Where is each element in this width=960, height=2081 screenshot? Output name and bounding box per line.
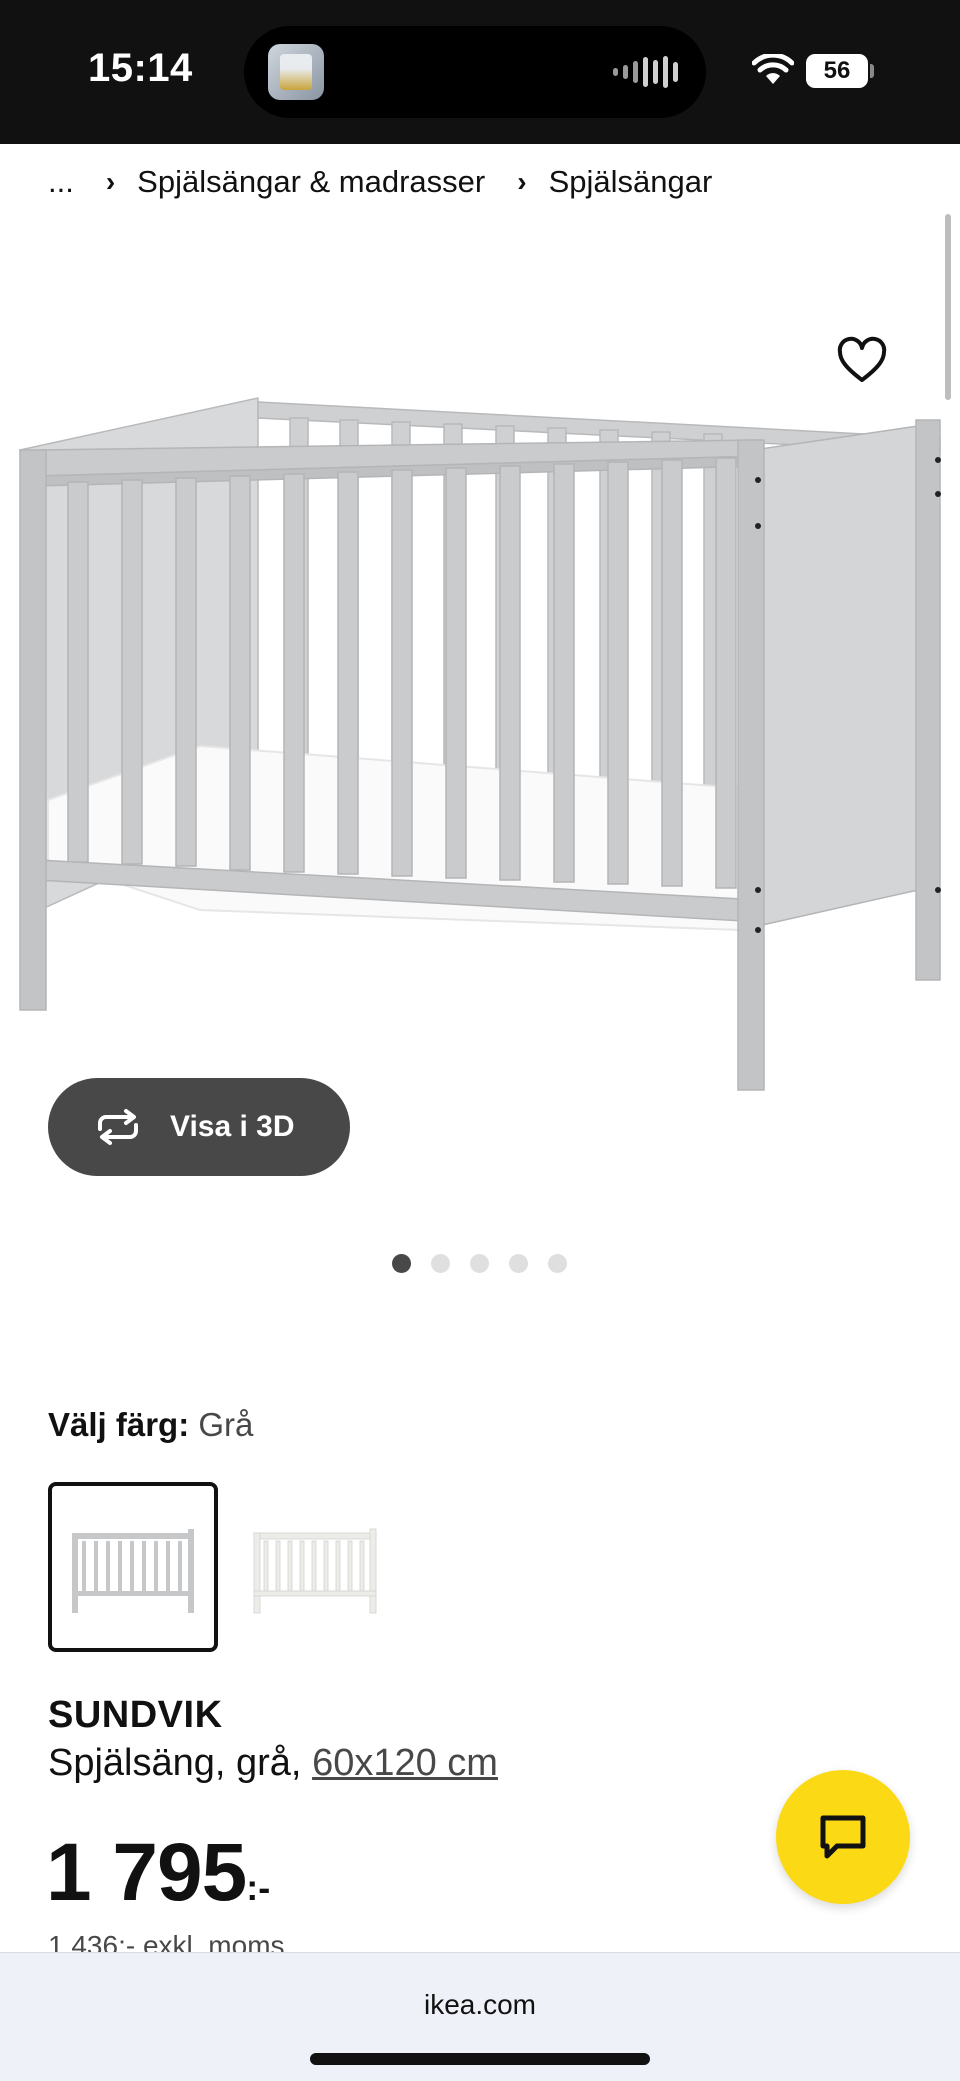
chevron-right-icon: › [105, 166, 116, 197]
gallery-dot[interactable] [548, 1254, 567, 1273]
breadcrumb-item-cribs[interactable]: Spjälsängar [549, 164, 713, 200]
status-bar: 15:14 56 [0, 0, 960, 144]
color-swatch-white[interactable] [230, 1482, 400, 1652]
gallery-dot[interactable] [392, 1254, 411, 1273]
color-selector-label: Välj färg: Grå [48, 1406, 253, 1444]
chevron-right-icon: › [517, 166, 527, 197]
now-playing-artwork [268, 44, 324, 100]
crib-thumbnail-white [253, 1528, 377, 1614]
gallery-dot[interactable] [470, 1254, 489, 1273]
gallery-dot[interactable] [509, 1254, 528, 1273]
view-in-3d-button[interactable]: Visa i 3D [48, 1078, 350, 1176]
rotate-3d-icon [98, 1109, 138, 1145]
audio-waveform-icon [613, 56, 678, 88]
price-suffix: :- [246, 1867, 271, 1908]
product-description-text: Spjälsäng, grå, [48, 1742, 302, 1784]
status-time: 15:14 [88, 46, 193, 90]
url-text[interactable]: ikea.com [0, 1989, 960, 2021]
home-indicator[interactable] [310, 2053, 650, 2065]
product-description: Spjälsäng, grå, 60x120 cm [48, 1742, 498, 1785]
color-value: Grå [198, 1406, 254, 1443]
price-amount: 1 795 [46, 1827, 247, 1918]
color-label-text: Välj färg: [48, 1406, 190, 1443]
wifi-icon [752, 54, 794, 84]
favorite-heart-icon[interactable] [836, 336, 888, 388]
dynamic-island[interactable] [244, 26, 706, 118]
chat-bubble-icon [820, 1815, 866, 1859]
battery-indicator: 56 [806, 54, 868, 88]
crib-thumbnail-gray [72, 1529, 194, 1613]
product-size-link[interactable]: 60x120 cm [312, 1742, 498, 1784]
view-in-3d-label: Visa i 3D [170, 1110, 295, 1143]
battery-nub [870, 64, 874, 78]
color-swatch-gray[interactable] [48, 1482, 218, 1652]
breadcrumb: ... › Spjälsängar & madrasser › Spjälsän… [48, 164, 712, 200]
browser-address-bar[interactable]: ikea.com [0, 1952, 960, 2081]
product-name: SUNDVIK [48, 1694, 223, 1736]
breadcrumb-item-cribs-mattresses[interactable]: Spjälsängar & madrasser [137, 164, 485, 200]
product-price: 1 795:- [46, 1826, 270, 1920]
breadcrumb-more[interactable]: ... [48, 164, 74, 200]
product-image[interactable] [0, 290, 960, 1130]
gallery-pagination [392, 1254, 567, 1273]
gallery-dot[interactable] [431, 1254, 450, 1273]
chat-button[interactable] [776, 1770, 910, 1904]
